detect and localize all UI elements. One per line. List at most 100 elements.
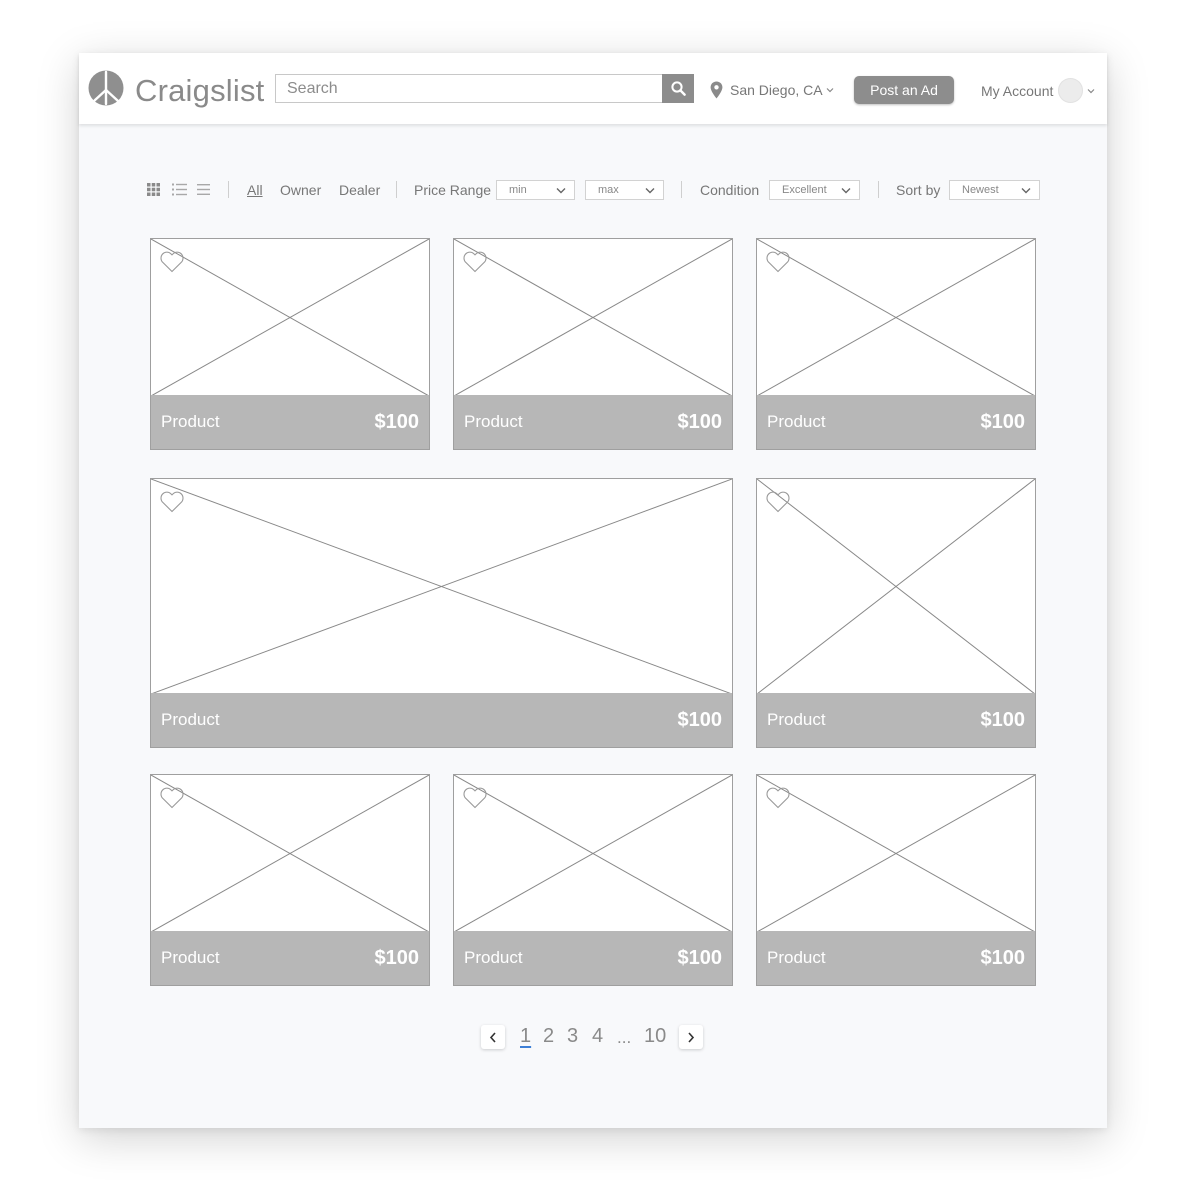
price-min-select[interactable]: min [496, 180, 575, 200]
filter-bar: All Owner Dealer Price Range min max Con… [79, 178, 1107, 202]
product-image-placeholder [454, 239, 732, 396]
product-card-featured[interactable]: Product $100 [150, 478, 733, 748]
product-name: Product [767, 948, 826, 967]
page-link[interactable]: 2 [543, 1025, 554, 1048]
product-price: $100 [980, 946, 1026, 969]
product-price: $100 [677, 946, 723, 969]
product-name: Product [767, 412, 826, 431]
product-price: $100 [980, 708, 1026, 731]
divider [681, 181, 682, 198]
chevron-down-icon [645, 187, 655, 193]
product-price: $100 [677, 410, 723, 433]
product-image-placeholder [454, 775, 732, 932]
price-range-label: Price Range [414, 182, 492, 198]
product-image-placeholder [757, 239, 1035, 396]
chevron-down-icon [1021, 187, 1031, 193]
page-link[interactable]: 1 [520, 1025, 531, 1048]
chevron-down-icon [826, 88, 834, 93]
chevron-down-icon [1087, 88, 1095, 93]
heart-icon[interactable] [463, 251, 487, 273]
search-icon [670, 81, 686, 96]
sort-select[interactable]: Newest [949, 180, 1040, 200]
product-name: Product [767, 710, 826, 729]
post-ad-button[interactable]: Post an Ad [854, 76, 954, 104]
page-link[interactable]: 10 [644, 1025, 666, 1048]
product-footer: Product $100 [757, 693, 1035, 747]
compact-view-icon[interactable] [197, 183, 210, 196]
heart-icon[interactable] [160, 251, 184, 273]
map-pin-icon [710, 81, 723, 99]
product-card[interactable]: Product $100 [756, 238, 1036, 450]
product-card[interactable]: Product $100 [756, 774, 1036, 986]
divider [878, 181, 879, 198]
divider [228, 181, 229, 198]
product-footer: Product $100 [454, 395, 732, 449]
product-footer: Product $100 [757, 931, 1035, 985]
search-input[interactable] [275, 74, 663, 103]
sort-label: Sort by [896, 182, 941, 198]
brand-name[interactable]: Craigslist [135, 73, 264, 109]
heart-icon[interactable] [766, 491, 790, 513]
product-price: $100 [980, 410, 1026, 433]
heart-icon[interactable] [766, 787, 790, 809]
condition-label: Condition [700, 182, 760, 198]
chevron-right-icon [688, 1031, 695, 1043]
next-page-button[interactable] [679, 1025, 703, 1049]
product-name: Product [161, 710, 220, 729]
location-label: San Diego, CA [730, 82, 823, 98]
product-image-placeholder [757, 775, 1035, 932]
filter-all[interactable]: All [247, 182, 263, 198]
product-footer: Product $100 [454, 931, 732, 985]
filter-dealer[interactable]: Dealer [339, 182, 380, 198]
condition-select[interactable]: Excellent [769, 180, 860, 200]
chevron-down-icon [841, 187, 851, 193]
product-image-placeholder [151, 775, 429, 932]
product-price: $100 [374, 946, 420, 969]
page-link[interactable]: 3 [567, 1025, 578, 1048]
product-card[interactable]: Product $100 [756, 478, 1036, 748]
product-price: $100 [677, 708, 723, 731]
product-name: Product [161, 412, 220, 431]
product-footer: Product $100 [151, 395, 429, 449]
account-label: My Account [981, 82, 1054, 99]
divider [396, 181, 397, 198]
chevron-left-icon [489, 1031, 496, 1043]
product-price: $100 [374, 410, 420, 433]
chevron-down-icon [556, 187, 566, 193]
app-window: Craigslist San Diego, CA Post an Ad My A… [79, 53, 1107, 1128]
product-footer: Product $100 [151, 693, 732, 747]
peace-logo-icon[interactable] [88, 70, 124, 106]
product-name: Product [161, 948, 220, 967]
condition-value: Excellent [782, 184, 827, 196]
product-card[interactable]: Product $100 [150, 238, 430, 450]
page-ellipsis: ... [617, 1028, 632, 1047]
product-name: Product [464, 948, 523, 967]
heart-icon[interactable] [160, 491, 184, 513]
heart-icon[interactable] [160, 787, 184, 809]
top-navbar: Craigslist San Diego, CA Post an Ad My A… [79, 53, 1107, 124]
product-image-placeholder [151, 479, 732, 694]
location-selector[interactable]: San Diego, CA [710, 81, 834, 99]
prev-page-button[interactable] [481, 1025, 505, 1049]
filter-owner[interactable]: Owner [280, 182, 321, 198]
grid-view-icon[interactable] [147, 183, 160, 196]
price-max-value: max [598, 184, 619, 196]
search-button[interactable] [662, 74, 694, 103]
product-card[interactable]: Product $100 [453, 774, 733, 986]
account-menu[interactable]: My Account [981, 78, 1095, 103]
heart-icon[interactable] [463, 787, 487, 809]
page-link[interactable]: 4 [592, 1025, 603, 1048]
heart-icon[interactable] [766, 251, 790, 273]
price-min-value: min [509, 184, 527, 196]
avatar [1058, 78, 1084, 103]
product-footer: Product $100 [151, 931, 429, 985]
product-image-placeholder [151, 239, 429, 396]
product-image-placeholder [757, 479, 1035, 694]
product-name: Product [464, 412, 523, 431]
price-max-select[interactable]: max [585, 180, 664, 200]
product-footer: Product $100 [757, 395, 1035, 449]
product-card[interactable]: Product $100 [453, 238, 733, 450]
sort-value: Newest [962, 184, 999, 196]
product-card[interactable]: Product $100 [150, 774, 430, 986]
list-view-icon[interactable] [172, 183, 187, 196]
